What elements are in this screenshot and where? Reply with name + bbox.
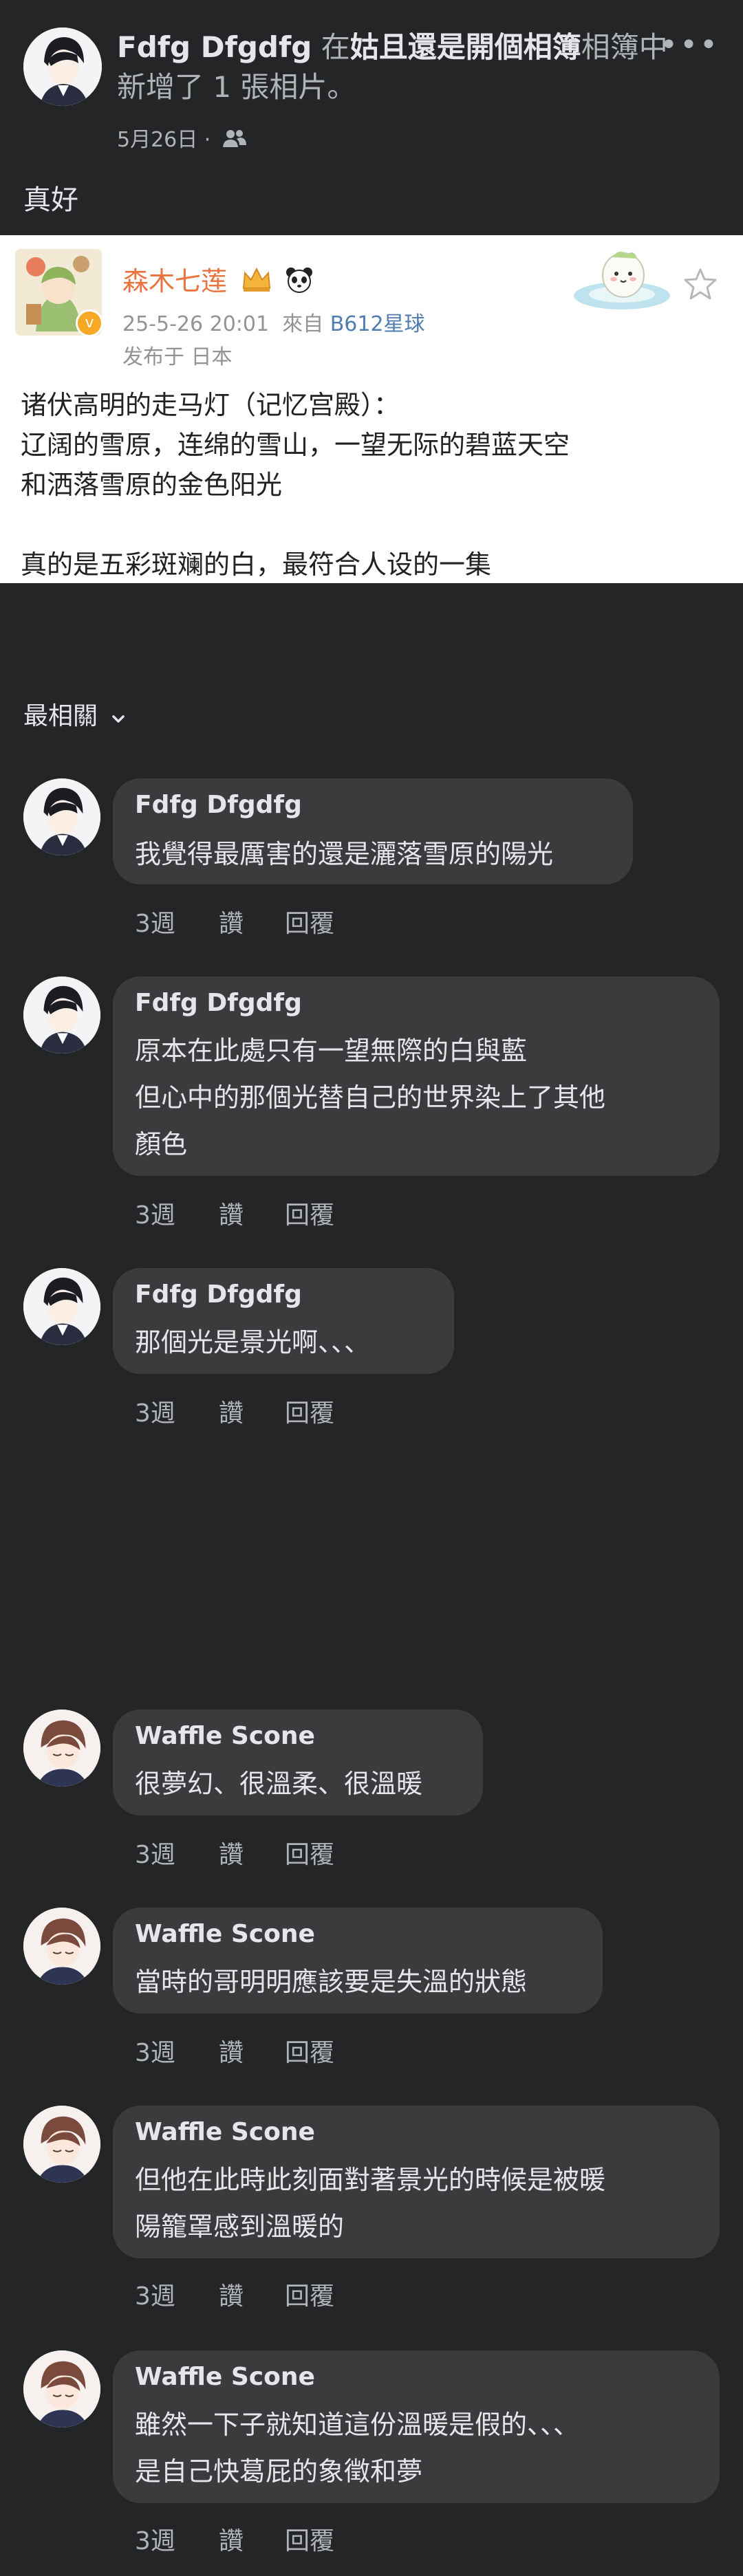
comment-author[interactable]: Waffle Scone [135,2118,315,2146]
like-button[interactable]: 讚 [219,1195,244,1231]
shared-card-source[interactable]: B612星球 [330,312,425,336]
shared-card-location: 发布于 日本 [122,345,233,369]
friends-icon [222,128,248,154]
comment-author[interactable]: Fdfg Dfgdfg [135,791,302,819]
sort-label: 最相關 [23,702,98,730]
comment-avatar[interactable] [23,976,100,1054]
reply-button[interactable]: 回覆 [285,2521,334,2557]
post-author-line: Fdfg Dfgdfg 在姑且還是開個相簿相簿中新增了 1 張相片。 [117,28,681,107]
shared-card-line: 辽阔的雪原，连绵的雪山，一望无际的碧蓝天空 [21,430,570,460]
comment-text: 我覺得最厲害的還是灑落雪原的陽光 [135,839,554,869]
chevron-down-icon [109,703,127,732]
reply-button[interactable]: 回覆 [285,1835,334,1870]
reply-button[interactable]: 回覆 [285,2276,334,2312]
comment-avatar[interactable] [23,1268,100,1345]
like-button[interactable]: 讚 [219,2033,244,2069]
shared-card-line [21,505,570,545]
comment-time: 3週 [135,2282,175,2311]
sticker-decoration [571,241,673,315]
comment-avatar[interactable] [23,1908,100,1985]
shared-card-line: 和洒落雪原的金色阳光 [21,470,283,500]
comment-avatar[interactable] [23,2350,100,2427]
reply-button[interactable]: 回覆 [285,2033,334,2069]
verified-badge-icon: v [76,309,103,337]
post-album-link[interactable]: 姑且還是開個相簿 [350,30,581,64]
comment-author[interactable]: Waffle Scone [135,2363,315,2391]
comment-text: 是自己快葛屁的象徵和夢 [135,2456,423,2487]
comment-avatar[interactable] [23,778,100,855]
crown-badge-icon [241,266,272,300]
comment-text: 雖然一下子就知道這份溫暖是假的、、、 [135,2410,580,2440]
post-meta: 5月26日 · [117,122,248,154]
post-action-prefix: 在 [321,30,350,64]
like-button[interactable]: 讚 [219,1393,244,1429]
like-button[interactable]: 讚 [219,904,244,939]
like-button[interactable]: 讚 [219,2521,244,2557]
comment-text: 當時的哥明明應該要是失溫的狀態 [135,1967,528,1997]
reply-button[interactable]: 回覆 [285,1393,334,1429]
shared-card-line: 真的是五彩斑斓的白，最符合人设的一集 [21,549,492,580]
panda-icon [285,266,314,300]
comment-time: 3週 [135,1841,175,1869]
comment-avatar[interactable] [23,1710,100,1787]
comment-text: 顏色 [135,1129,188,1159]
like-button[interactable]: 讚 [219,1835,244,1870]
shared-card-body: 诸伏高明的走马灯（记忆宫殿）： 辽阔的雪原，连绵的雪山，一望无际的碧蓝天空 和洒… [21,385,570,585]
shared-card-author[interactable]: 森木七莲 [122,260,314,300]
shared-card-time: 25-5-26 20:01 來自 B612星球 [122,312,425,336]
sort-dropdown[interactable]: 最相關 [23,696,127,732]
post-text: 真好 [23,184,78,216]
post-date[interactable]: 5月26日 · [117,128,211,152]
comment-avatar[interactable] [23,2106,100,2183]
comment-author[interactable]: Fdfg Dfgdfg [135,1280,302,1309]
more-dots-icon[interactable]: ••• [660,28,720,63]
like-button[interactable]: 讚 [219,2276,244,2312]
comment-time: 3週 [135,910,175,938]
post-author-name[interactable]: Fdfg Dfgdfg [117,30,312,64]
comment-text: 但心中的那個光替自己的世界染上了其他 [135,1082,606,1113]
comment-time: 3週 [135,2527,175,2555]
reply-button[interactable]: 回覆 [285,1195,334,1231]
comment-text: 陽籠罩感到溫暖的 [135,2212,345,2242]
post-author-avatar[interactable] [23,28,102,106]
comment-author[interactable]: Fdfg Dfgdfg [135,989,302,1017]
comment-text: 很夢幻、很溫柔、很溫暖 [135,1769,423,1799]
comment-author[interactable]: Waffle Scone [135,1920,315,1948]
comment-text: 但他在此時此刻面對著景光的時候是被暖 [135,2165,606,2195]
comment-author[interactable]: Waffle Scone [135,1722,315,1750]
comment-time: 3週 [135,1201,175,1230]
star-icon[interactable] [682,267,718,304]
reply-button[interactable]: 回覆 [285,904,334,939]
comment-text: 原本在此處只有一望無際的白與藍 [135,1036,528,1066]
comment-text: 那個光是景光啊、、、 [135,1327,371,1357]
comment-time: 3週 [135,2039,175,2067]
comment-time: 3週 [135,1399,175,1428]
shared-card-line: 诸伏高明的走马灯（记忆宫殿）： [21,390,400,420]
